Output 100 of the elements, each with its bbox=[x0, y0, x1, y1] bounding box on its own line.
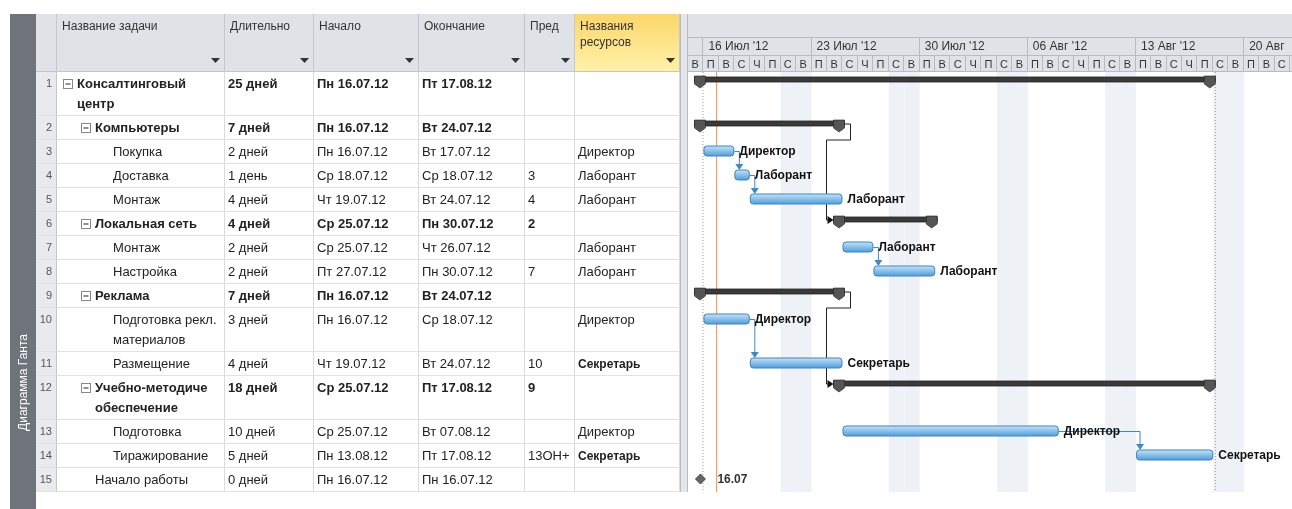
table-cell: Чт 19.07.12 bbox=[314, 352, 419, 376]
timeline-week-label: 06 Авг '12 bbox=[1027, 38, 1136, 55]
task-name: Консалтинговый центр bbox=[77, 75, 188, 113]
summary-bar[interactable] bbox=[833, 215, 938, 229]
timeline-day-label: С bbox=[1166, 56, 1182, 71]
view-side-tab[interactable]: Диаграмма Ганта bbox=[10, 14, 36, 509]
caret-icon[interactable] bbox=[211, 58, 220, 63]
caret-icon[interactable] bbox=[666, 58, 675, 63]
timeline-week-label: 30 Июл '12 bbox=[919, 38, 1028, 55]
table-cell: Пт 17.08.12 bbox=[419, 376, 525, 420]
table-cell: Пн 16.07.12 bbox=[314, 468, 419, 492]
task-name: Подготовка рекл. материалов bbox=[113, 311, 218, 349]
table-cell: 5 дней bbox=[225, 444, 314, 468]
table-cell: Пт 27.07.12 bbox=[314, 260, 419, 284]
caret-icon[interactable] bbox=[561, 58, 570, 63]
caret-icon[interactable] bbox=[511, 58, 520, 63]
task-bar[interactable] bbox=[749, 193, 843, 205]
collapse-icon[interactable] bbox=[63, 79, 73, 89]
row-number: 13 bbox=[36, 420, 57, 444]
table-cell: 13ОН+ bbox=[525, 444, 575, 468]
timeline-day-label: В bbox=[1043, 56, 1059, 71]
timeline-day-label: В bbox=[826, 56, 843, 71]
empty-cell bbox=[525, 140, 575, 164]
task-name: Тиражирование bbox=[113, 447, 209, 465]
collapse-icon[interactable] bbox=[81, 383, 91, 393]
row-number: 6 bbox=[36, 212, 57, 236]
column-header[interactable]: Названия ресурсов bbox=[575, 14, 680, 72]
table-cell: Пн 30.07.12 bbox=[419, 212, 525, 236]
resource-label: Секретарь bbox=[1218, 448, 1281, 462]
empty-cell bbox=[525, 420, 575, 444]
column-header[interactable]: Пред bbox=[525, 14, 575, 72]
column-header[interactable]: Начало bbox=[314, 14, 419, 72]
task-bar[interactable] bbox=[842, 425, 1059, 437]
empty-cell bbox=[525, 72, 575, 116]
table-cell: 7 bbox=[525, 260, 575, 284]
resource-label: Лаборант bbox=[878, 240, 936, 254]
task-bar[interactable] bbox=[703, 145, 735, 157]
table-cell: Вт 24.07.12 bbox=[419, 284, 525, 308]
table-cell: 10 bbox=[525, 352, 575, 376]
task-name: Начало работы bbox=[95, 471, 189, 489]
resource-label: Лаборант bbox=[754, 168, 813, 182]
task-name: Размещение bbox=[113, 355, 190, 373]
row-number: 4 bbox=[36, 164, 57, 188]
timeline-day-label: С bbox=[734, 56, 750, 71]
table-cell: Пн 16.07.12 bbox=[314, 72, 419, 116]
row-number: 15 bbox=[36, 468, 57, 492]
row-number: 1 bbox=[36, 72, 57, 116]
table-cell: Вт 24.07.12 bbox=[419, 352, 525, 376]
caret-icon[interactable] bbox=[300, 58, 309, 63]
task-name: Локальная сеть bbox=[95, 215, 197, 233]
task-name: Реклама bbox=[95, 287, 150, 305]
task-name: Доставка bbox=[113, 167, 169, 185]
table-cell: Ср 25.07.12 bbox=[314, 236, 419, 260]
task-name: Монтаж bbox=[113, 239, 161, 257]
timeline-day-label: П bbox=[1089, 56, 1105, 71]
timeline-day-label: Ч bbox=[749, 56, 766, 71]
summary-bar[interactable] bbox=[694, 75, 1216, 89]
table-cell: 2 дней bbox=[225, 236, 314, 260]
summary-bar[interactable] bbox=[694, 119, 845, 133]
task-bar[interactable] bbox=[873, 265, 936, 277]
timeline-day-label: С bbox=[950, 56, 966, 71]
table-cell: 0 дней bbox=[225, 468, 314, 492]
column-header[interactable]: Длительно bbox=[225, 14, 314, 72]
task-bar[interactable] bbox=[703, 313, 750, 325]
timeline-day-label: С bbox=[1274, 56, 1291, 71]
empty-cell bbox=[525, 116, 575, 140]
resource-label: Директор bbox=[739, 144, 796, 158]
table-cell: Пн 30.07.12 bbox=[419, 260, 525, 284]
timeline-day-label: П bbox=[765, 56, 781, 71]
resource-label: Секретарь bbox=[847, 356, 910, 370]
collapse-icon[interactable] bbox=[81, 291, 91, 301]
table-cell: 25 дней bbox=[225, 72, 314, 116]
collapse-icon[interactable] bbox=[81, 219, 91, 229]
row-number: 7 bbox=[36, 236, 57, 260]
table-cell: Ср 18.07.12 bbox=[419, 164, 525, 188]
table-cell: 7 дней bbox=[225, 284, 314, 308]
table-cell: 2 дней bbox=[225, 140, 314, 164]
column-header[interactable]: Окончание bbox=[419, 14, 525, 72]
summary-bar[interactable] bbox=[833, 379, 1216, 393]
task-bar[interactable] bbox=[749, 357, 843, 369]
summary-bar[interactable] bbox=[694, 287, 845, 301]
timeline-day-label: В bbox=[1151, 56, 1167, 71]
milestone-marker[interactable] bbox=[695, 473, 706, 485]
task-bar[interactable] bbox=[734, 169, 750, 181]
timeline-day-label: Ч bbox=[857, 56, 874, 71]
timeline-day-label: Ч bbox=[965, 56, 982, 71]
task-bar[interactable] bbox=[1136, 449, 1214, 461]
table-cell: Вт 24.07.12 bbox=[419, 188, 525, 212]
table-cell: 4 дней bbox=[225, 352, 314, 376]
collapse-icon[interactable] bbox=[81, 123, 91, 133]
task-bar[interactable] bbox=[842, 241, 874, 253]
timeline-week-label: 16 Июл '12 bbox=[703, 38, 812, 55]
task-name: Настройка bbox=[113, 263, 177, 281]
table-cell: 1 день bbox=[225, 164, 314, 188]
table-cell: 4 дней bbox=[225, 188, 314, 212]
table-cell: 18 дней bbox=[225, 376, 314, 420]
table-cell: 4 bbox=[525, 188, 575, 212]
caret-icon[interactable] bbox=[405, 58, 414, 63]
table-cell: Ср 25.07.12 bbox=[314, 420, 419, 444]
column-header[interactable]: Название задачи bbox=[57, 14, 225, 72]
